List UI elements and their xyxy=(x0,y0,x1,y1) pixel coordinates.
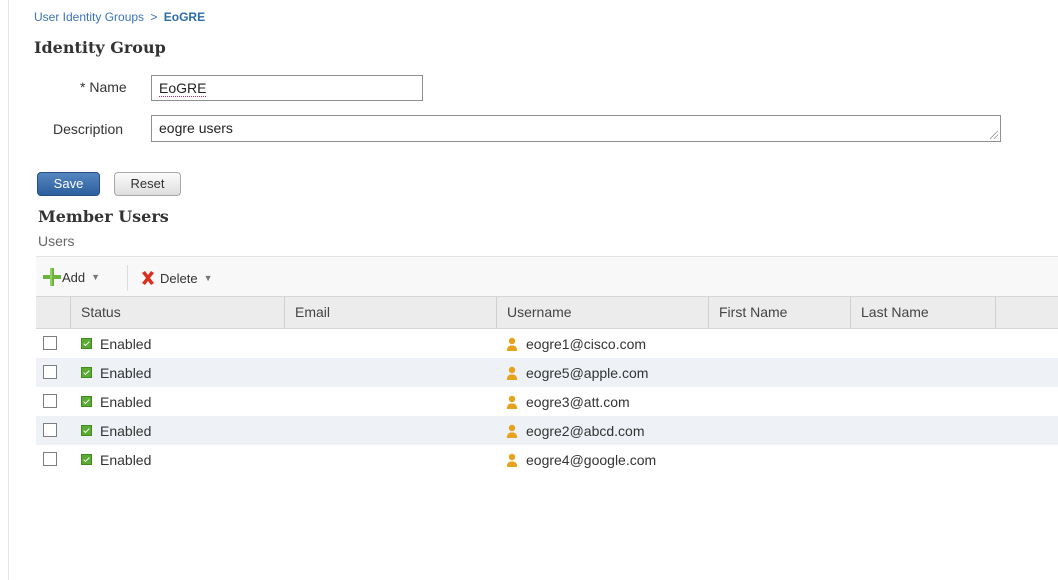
description-textarea[interactable]: eogre users xyxy=(151,115,1001,142)
chevron-down-icon: ▼ xyxy=(91,272,101,282)
username-text: eogre2@abcd.com xyxy=(526,422,645,439)
username-cell: eogre1@cisco.com xyxy=(506,329,646,358)
name-input-value: EoGRE xyxy=(159,80,207,97)
x-icon xyxy=(140,270,156,286)
name-label: * Name xyxy=(80,79,127,95)
breadcrumb: User Identity Groups > EoGRE xyxy=(34,10,205,24)
description-label: Description xyxy=(53,121,124,137)
status-text: Enabled xyxy=(100,451,152,468)
delete-label: Delete xyxy=(160,270,198,286)
identity-group-title: Identity Group xyxy=(34,38,166,57)
table-row[interactable]: Enabled eogre2@abcd.com xyxy=(36,416,1058,445)
username-text: eogre1@cisco.com xyxy=(526,335,647,352)
column-header-username[interactable]: Username xyxy=(497,297,709,328)
status-text: Enabled xyxy=(100,335,152,352)
user-icon xyxy=(506,395,518,409)
status-cell: Enabled xyxy=(81,387,151,416)
username-cell: eogre2@abcd.com xyxy=(506,416,645,445)
enabled-check-icon xyxy=(81,367,92,378)
delete-button[interactable]: Delete ▼ xyxy=(140,270,213,286)
table-header: Status Email Username First Name Last Na… xyxy=(36,296,1058,329)
status-text: Enabled xyxy=(100,364,152,381)
user-icon xyxy=(506,424,518,438)
status-text: Enabled xyxy=(100,393,152,410)
users-table: Status Email Username First Name Last Na… xyxy=(36,296,1058,474)
toolbar-divider xyxy=(127,265,128,291)
username-cell: eogre5@apple.com xyxy=(506,358,648,387)
status-cell: Enabled xyxy=(81,416,151,445)
member-users-title: Member Users xyxy=(38,207,169,226)
column-header-last-name[interactable]: Last Name xyxy=(851,297,996,328)
plus-icon xyxy=(42,267,62,287)
status-cell: Enabled xyxy=(81,329,151,358)
user-icon xyxy=(506,366,518,380)
status-cell: Enabled xyxy=(81,358,151,387)
column-header-status[interactable]: Status xyxy=(71,297,285,328)
username-text: eogre4@google.com xyxy=(526,451,657,468)
save-button[interactable]: Save xyxy=(37,172,100,196)
enabled-check-icon xyxy=(81,396,92,407)
username-cell: eogre4@google.com xyxy=(506,445,656,474)
users-subtitle: Users xyxy=(38,233,75,249)
users-toolbar: Add ▼ Delete ▼ xyxy=(36,256,1058,297)
table-row[interactable]: Enabled eogre5@apple.com xyxy=(36,358,1058,387)
username-text: eogre5@apple.com xyxy=(526,364,649,381)
description-value: eogre users xyxy=(159,120,233,136)
user-icon xyxy=(506,453,518,467)
table-row[interactable]: Enabled eogre3@att.com xyxy=(36,387,1058,416)
table-row[interactable]: Enabled eogre1@cisco.com xyxy=(36,329,1058,358)
row-checkbox[interactable] xyxy=(43,365,57,379)
enabled-check-icon xyxy=(81,454,92,465)
user-icon xyxy=(506,337,518,351)
status-cell: Enabled xyxy=(81,445,151,474)
breadcrumb-parent-link[interactable]: User Identity Groups xyxy=(34,10,144,24)
enabled-check-icon xyxy=(81,425,92,436)
column-header-first-name[interactable]: First Name xyxy=(709,297,851,328)
enabled-check-icon xyxy=(81,338,92,349)
name-input[interactable]: EoGRE xyxy=(151,75,423,101)
breadcrumb-separator: > xyxy=(150,10,158,24)
username-cell: eogre3@att.com xyxy=(506,387,630,416)
header-select-column xyxy=(36,297,71,328)
resize-grip-icon[interactable] xyxy=(990,131,998,139)
add-label: Add xyxy=(62,269,86,285)
row-checkbox[interactable] xyxy=(43,394,57,408)
add-button[interactable]: Add ▼ xyxy=(42,267,100,287)
row-checkbox[interactable] xyxy=(43,336,57,350)
table-row[interactable]: Enabled eogre4@google.com xyxy=(36,445,1058,474)
username-text: eogre3@att.com xyxy=(526,393,630,410)
page-left-border xyxy=(8,0,9,580)
row-checkbox[interactable] xyxy=(43,423,57,437)
status-text: Enabled xyxy=(100,422,152,439)
chevron-down-icon: ▼ xyxy=(203,273,213,283)
column-header-email[interactable]: Email xyxy=(285,297,497,328)
reset-button[interactable]: Reset xyxy=(114,172,181,196)
breadcrumb-current: EoGRE xyxy=(163,10,206,24)
row-checkbox[interactable] xyxy=(43,452,57,466)
